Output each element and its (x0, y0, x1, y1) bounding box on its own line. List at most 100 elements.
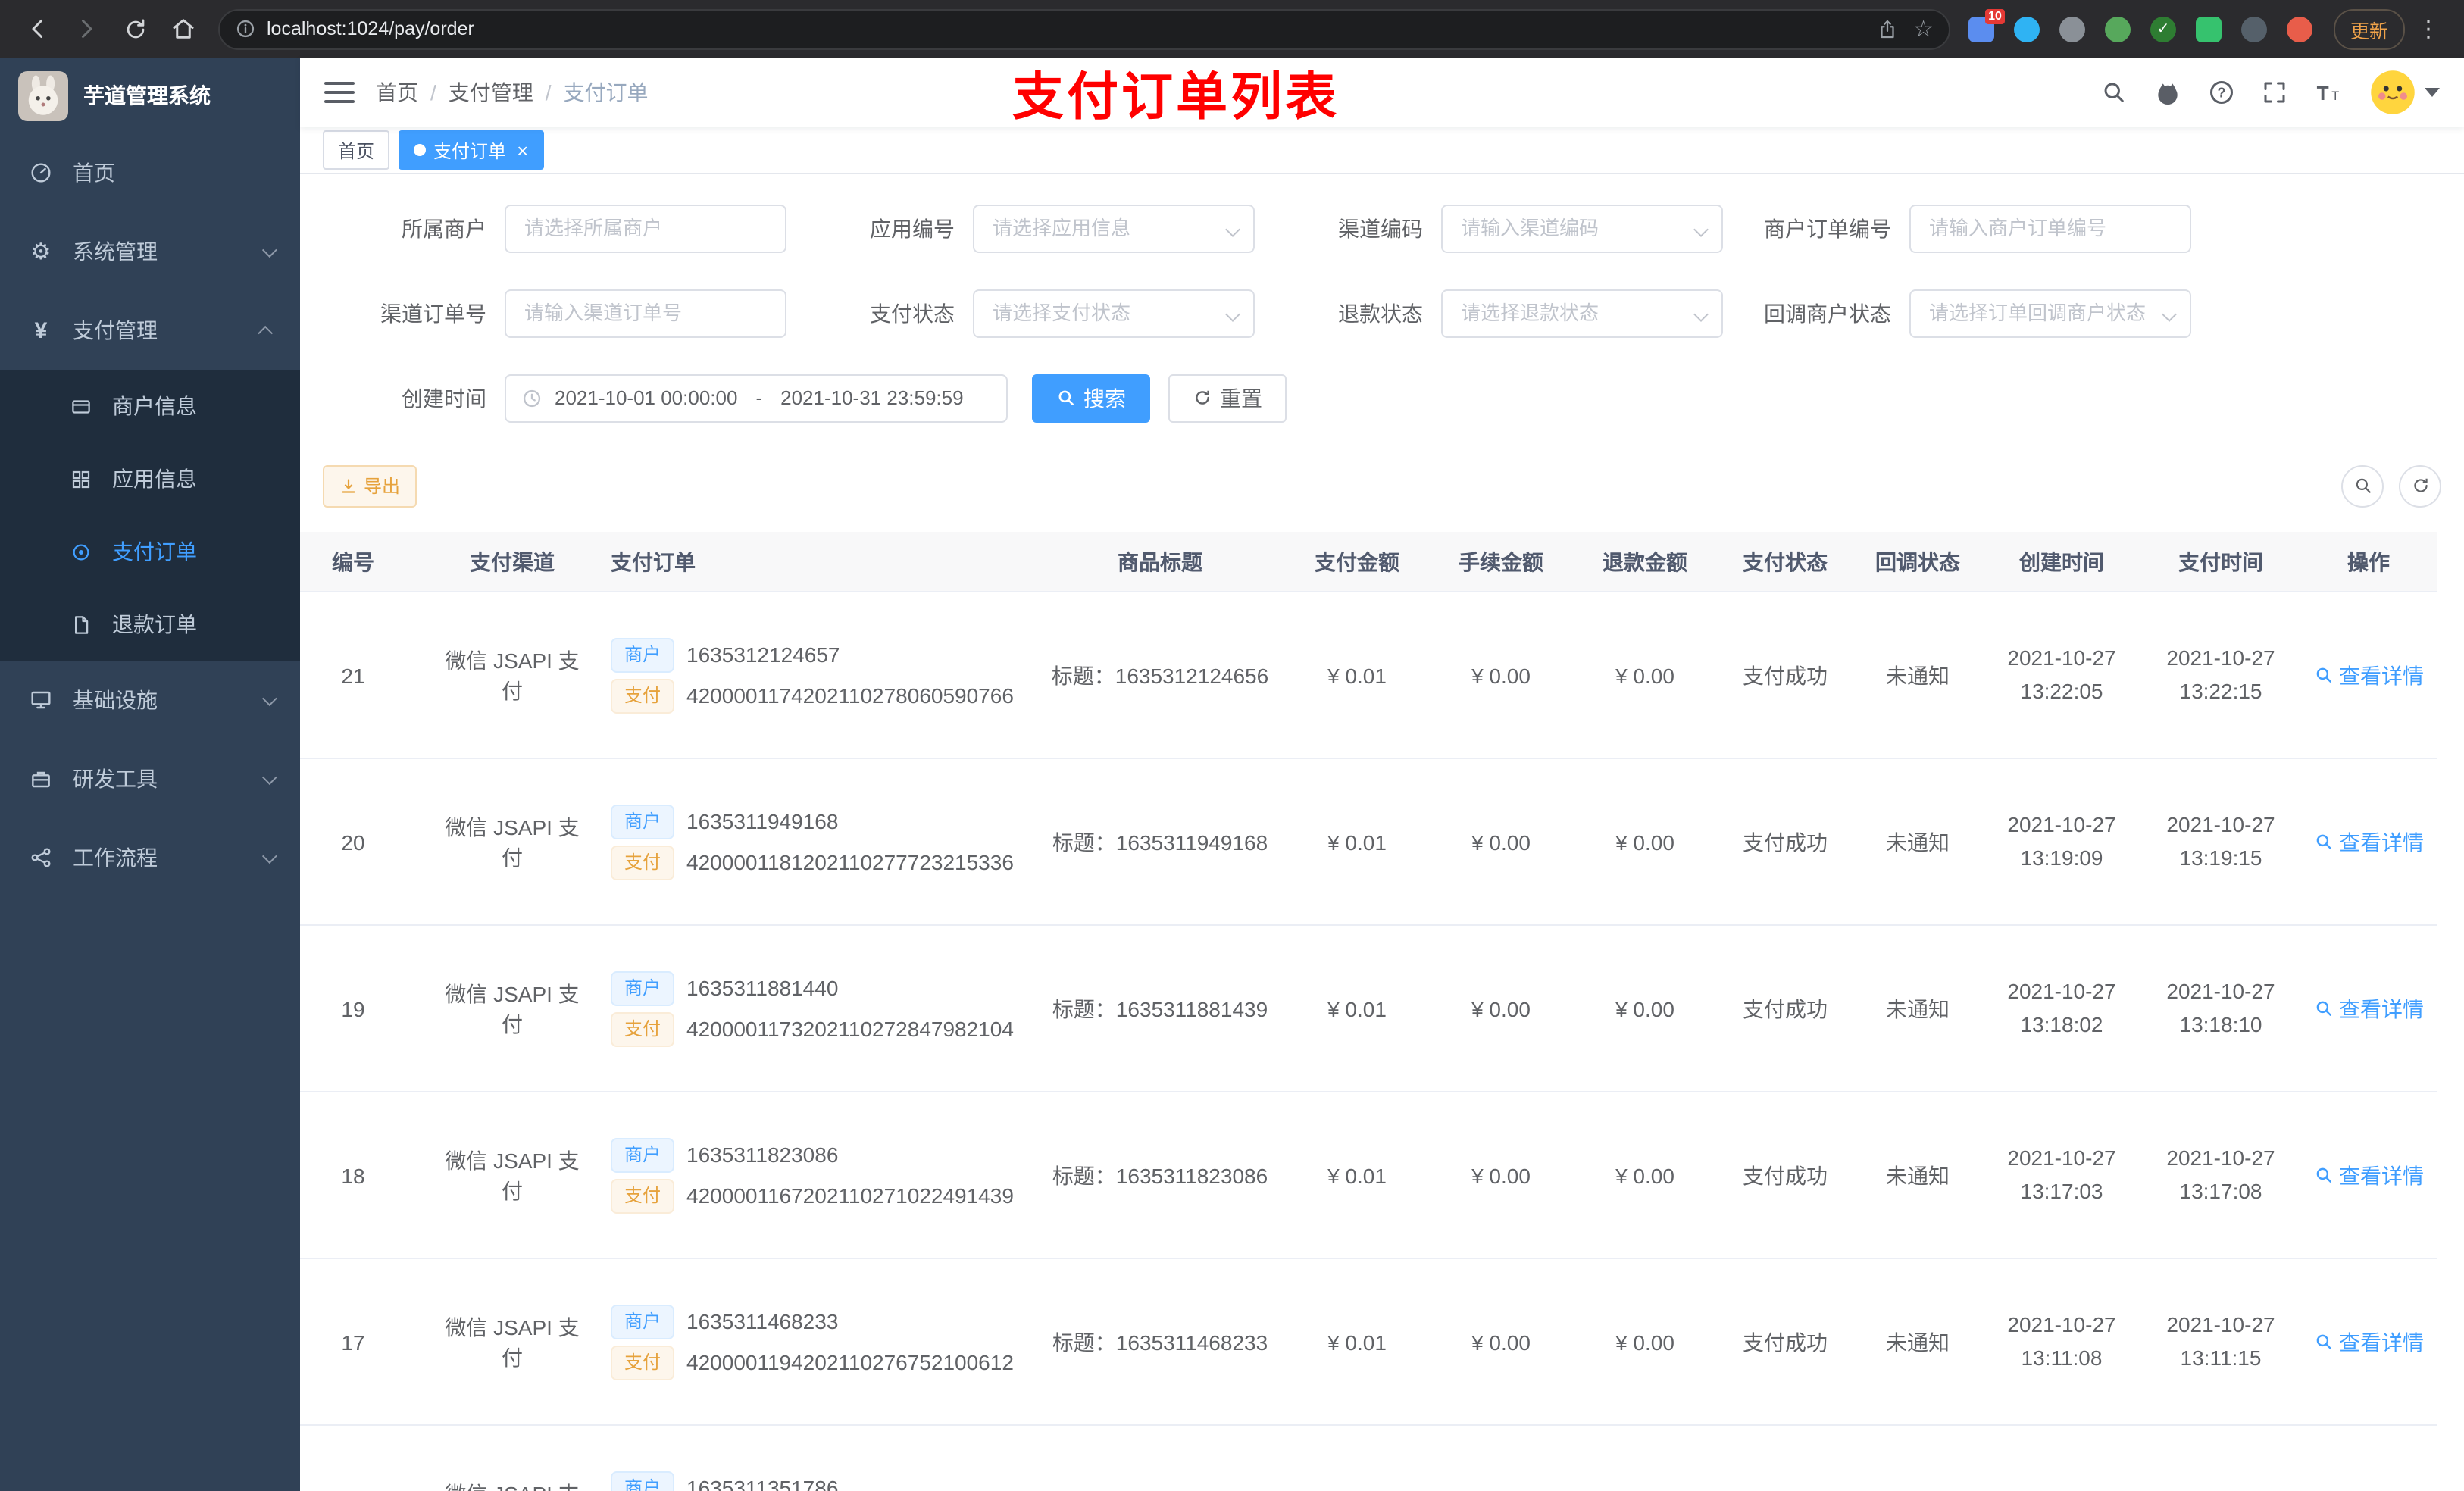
user-avatar[interactable] (2370, 70, 2440, 115)
app-logo[interactable]: 芋道管理系统 (0, 58, 300, 133)
cell-id: 16 (300, 1425, 429, 1491)
sidebar-item-infrastructure[interactable]: 基础设施 (0, 661, 300, 739)
cell-title (1035, 1425, 1285, 1491)
pay-order-no: 4200001194202110276752100612 (686, 1350, 1014, 1375)
refund-status-select[interactable] (1441, 289, 1723, 338)
breadcrumb-home[interactable]: 首页 (376, 77, 418, 108)
refresh-button[interactable] (2399, 464, 2441, 508)
browser-reload-button[interactable] (112, 6, 158, 52)
view-detail-link[interactable]: 查看详情 (2313, 1161, 2424, 1191)
browser-menu-icon[interactable]: ⋮ (2408, 15, 2449, 42)
create-time-range-picker[interactable]: 2021-10-01 00:00:00 - 2021-10-31 23:59:5… (505, 374, 1008, 423)
browser-update-button[interactable]: 更新 (2333, 8, 2405, 49)
fullscreen-icon[interactable] (2261, 79, 2288, 106)
col-created: 创建时间 (1982, 531, 2141, 593)
help-icon[interactable]: ? (2208, 79, 2235, 106)
sidebar-item-home[interactable]: 首页 (0, 133, 300, 212)
view-detail-label: 查看详情 (2339, 1330, 2424, 1355)
view-detail-link[interactable]: 查看详情 (2313, 661, 2424, 691)
target-icon (67, 540, 94, 563)
cell-notify (1853, 1425, 1982, 1491)
sidebar-item-label: 研发工具 (73, 767, 158, 791)
col-notify: 回调状态 (1853, 531, 1982, 593)
notify-status-select[interactable] (1909, 289, 2191, 338)
site-info-icon[interactable] (235, 18, 256, 39)
sidebar-item-app-info[interactable]: 应用信息 (0, 442, 300, 515)
browser-back-button[interactable] (15, 6, 61, 52)
field-label: 退款状态 (1338, 301, 1423, 326)
cell-title: 标题：1635312124656 (1035, 592, 1285, 760)
cell-fee (1429, 1425, 1573, 1491)
breadcrumb-payment[interactable]: 支付管理 (449, 77, 533, 108)
channel-order-no-input[interactable] (505, 289, 786, 338)
created-time: 13:17:03 (2020, 1178, 2103, 1203)
cell-pay-order: 商户 1635312124657 支付 42000011742021102780… (596, 592, 1035, 760)
tab-home[interactable]: 首页 (323, 130, 390, 170)
merchant-order-no-input[interactable] (1909, 204, 2191, 253)
sidebar-item-dev-tools[interactable]: 研发工具 (0, 739, 300, 818)
address-bar[interactable]: localhost:1024/pay/order ☆ (218, 8, 1950, 49)
cell-paid (2141, 1425, 2300, 1491)
cell-refund: ¥ 0.00 (1573, 925, 1717, 1093)
close-icon[interactable]: × (517, 140, 528, 160)
browser-forward-button[interactable] (64, 6, 109, 52)
cell-id: 17 (300, 1258, 429, 1427)
collapse-sidebar-icon[interactable] (324, 82, 355, 104)
extension-icon[interactable] (2286, 16, 2312, 42)
clock-icon (521, 388, 543, 409)
merchant-tag: 商户 (611, 1471, 675, 1491)
github-icon[interactable] (2153, 78, 2182, 107)
sidebar-item-merchant-info[interactable]: 商户信息 (0, 370, 300, 442)
paid-date: 2021-10-27 (2166, 812, 2275, 837)
cell-amount: ¥ 0.01 (1285, 1258, 1429, 1427)
table-toolbar: 导出 (323, 464, 2441, 508)
view-detail-label: 查看详情 (2339, 663, 2424, 688)
pay-status-select[interactable] (973, 289, 1255, 338)
svg-text:T: T (2317, 82, 2329, 105)
reset-button[interactable]: 重置 (1168, 374, 1287, 423)
view-detail-link[interactable]: 查看详情 (2313, 827, 2424, 858)
channel-code-select[interactable] (1441, 204, 1723, 253)
field-label: 支付状态 (870, 301, 955, 326)
extension-icon[interactable] (2059, 16, 2085, 42)
pay-tag: 支付 (611, 1011, 675, 1047)
view-detail-link[interactable]: 查看详情 (2313, 994, 2424, 1024)
created-time: 13:22:05 (2020, 678, 2103, 703)
cell-title: 标题：1635311881439 (1035, 925, 1285, 1093)
bookmark-star-icon[interactable]: ☆ (1913, 15, 1934, 42)
main-content: 所属商户 应用编号 渠道编码 商户订单编号 (300, 174, 2464, 1491)
toggle-search-button[interactable] (2341, 464, 2384, 508)
search-icon[interactable] (2100, 79, 2128, 106)
view-detail-link[interactable]: 查看详情 (2313, 1327, 2424, 1358)
extension-icon[interactable] (2240, 16, 2267, 42)
merchant-select[interactable] (505, 204, 786, 253)
share-icon[interactable] (1875, 17, 1898, 40)
page-annotation: 支付订单列表 (1012, 69, 1340, 127)
sidebar-item-refund-order[interactable]: 退款订单 (0, 588, 300, 661)
card-icon (67, 395, 94, 417)
col-amount: 支付金额 (1285, 531, 1429, 593)
tab-label: 支付订单 (433, 140, 507, 162)
search-button[interactable]: 搜索 (1032, 374, 1150, 423)
table-header-row: 编号 支付渠道 支付订单 商品标题 支付金额 手续金额 退款金额 支付状态 回调… (300, 531, 2437, 593)
field-label: 渠道编码 (1338, 216, 1423, 241)
font-size-icon[interactable]: TT (2314, 79, 2344, 106)
sidebar-item-system[interactable]: ⚙ 系统管理 (0, 212, 300, 291)
tab-pay-order[interactable]: 支付订单 × (399, 130, 544, 170)
extension-icon[interactable] (2013, 16, 2040, 42)
cell-id: 18 (300, 1092, 429, 1260)
cell-created: 2021-10-27 13:18:02 (1982, 925, 2141, 1093)
browser-home-button[interactable] (161, 6, 206, 52)
sidebar-item-pay-order[interactable]: 支付订单 (0, 515, 300, 588)
extension-icon[interactable]: 10 (1968, 8, 2005, 42)
extension-icon[interactable]: ✓ (2150, 16, 2176, 42)
extension-icon[interactable] (2104, 16, 2131, 42)
app-id-select[interactable] (973, 204, 1255, 253)
cell-refund: ¥ 0.00 (1573, 1258, 1717, 1427)
sidebar-item-workflow[interactable]: 工作流程 (0, 818, 300, 897)
paid-time: 13:11:15 (2180, 1345, 2262, 1370)
export-button[interactable]: 导出 (323, 464, 417, 508)
sidebar-item-payment[interactable]: ¥ 支付管理 (0, 291, 300, 370)
extension-icon[interactable] (2195, 16, 2222, 42)
document-icon (67, 613, 94, 636)
